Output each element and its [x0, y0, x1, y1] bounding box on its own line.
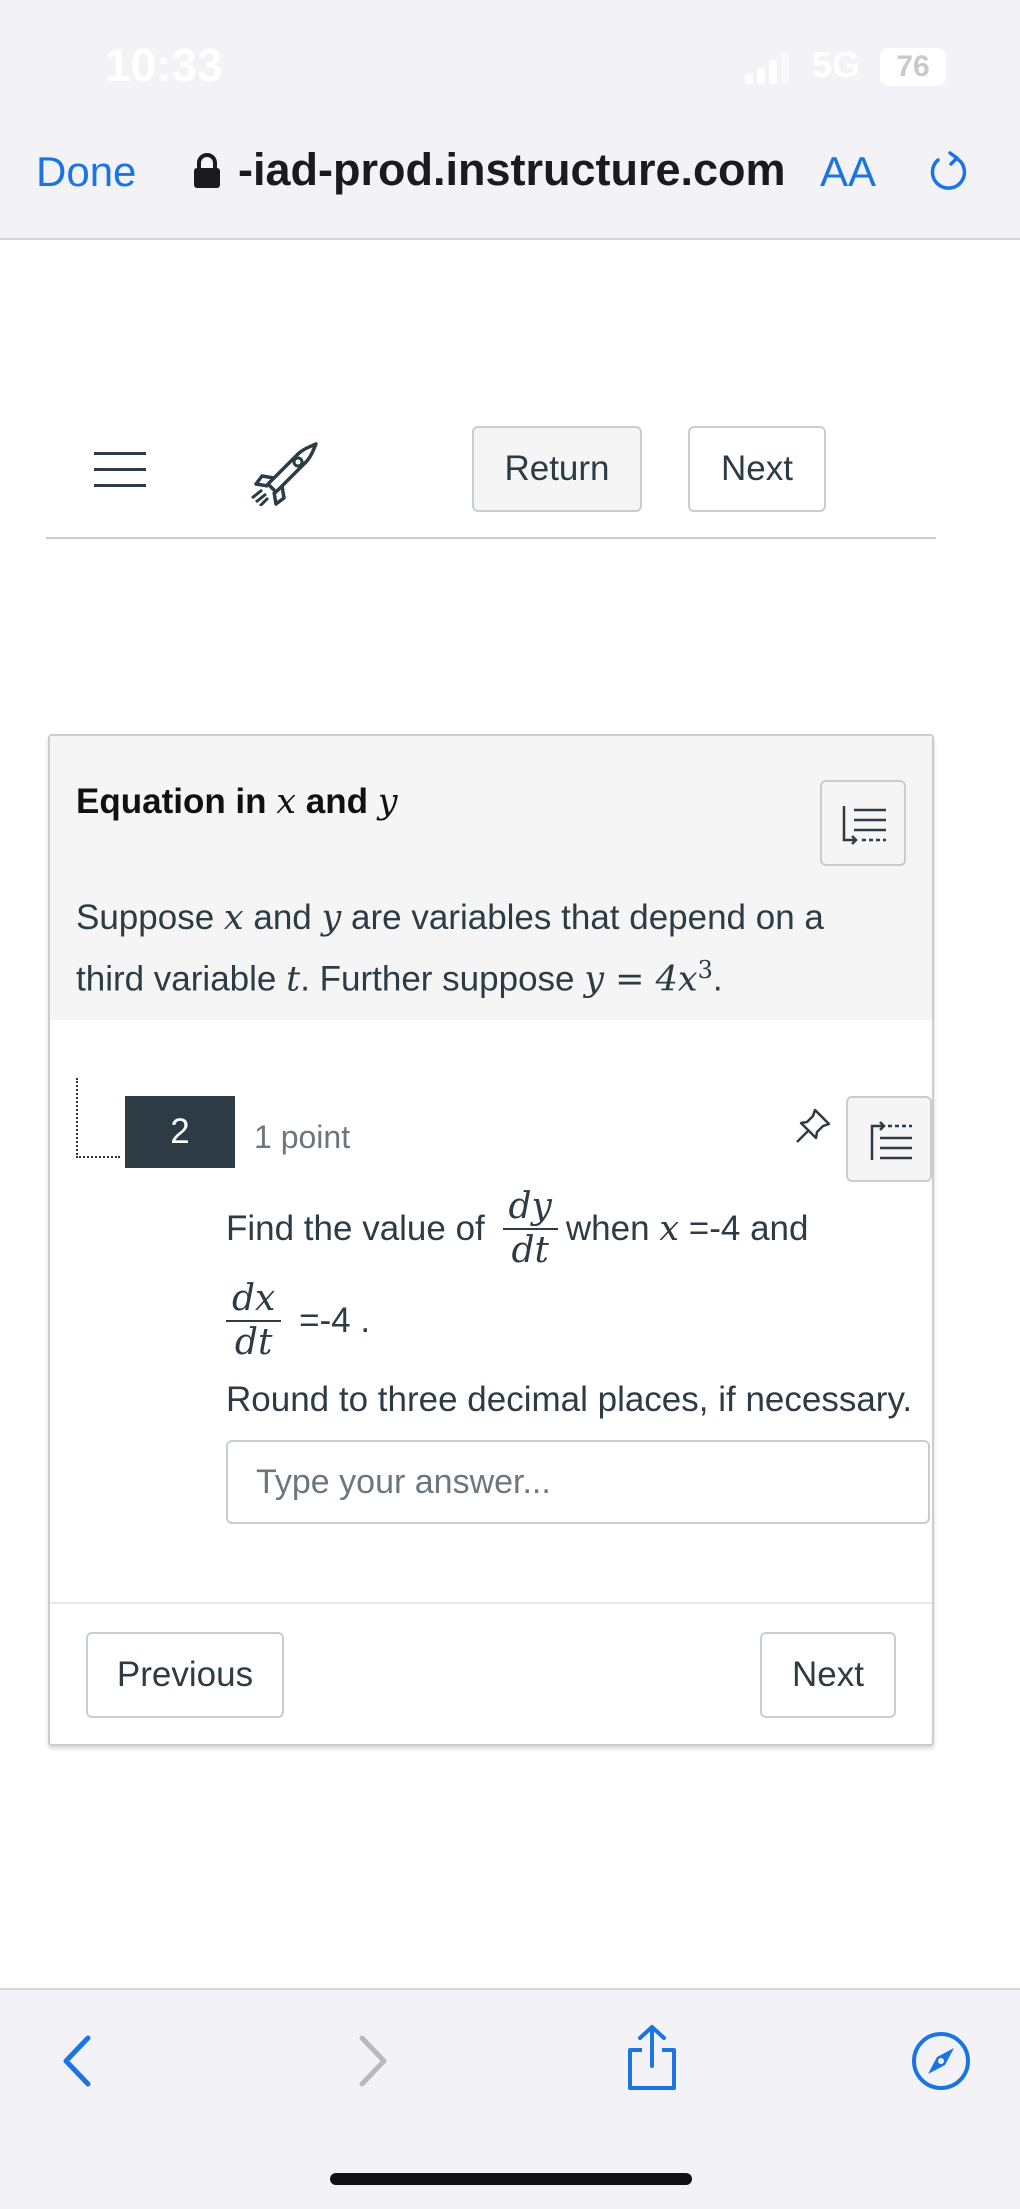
signal-icon [745, 52, 789, 84]
stimulus-text: Suppose x and y are variables that depen… [76, 892, 906, 1006]
question-points: 1 point [254, 1119, 351, 1155]
stimulus-list-button[interactable] [820, 780, 906, 866]
battery-level: 76 [896, 50, 930, 83]
var-x: x [223, 898, 244, 938]
question-prefix: Find the value of [226, 1209, 485, 1248]
share-icon[interactable] [624, 2024, 680, 2092]
frac-numerator: dy [508, 1186, 552, 1227]
home-indicator [330, 2173, 692, 2185]
pin-icon[interactable] [793, 1106, 833, 1146]
divider [46, 537, 936, 539]
battery-icon: 76 [880, 48, 946, 86]
eq-exponent: 3 [697, 956, 713, 984]
frac-denominator: dt [511, 1230, 549, 1271]
question-instructions: Round to three decimal places, if necess… [226, 1380, 913, 1419]
question-number: 2 [125, 1096, 235, 1168]
reload-icon[interactable] [926, 150, 970, 194]
back-icon[interactable] [58, 2034, 98, 2088]
stim-text-part: and [243, 898, 322, 937]
compass-icon[interactable] [910, 2030, 972, 2092]
question-when: when [565, 1209, 660, 1248]
stimulus-title: Equation in x and y [76, 782, 397, 822]
list-icon [870, 1121, 912, 1160]
title-text: Equation in [76, 782, 277, 821]
question-list-button[interactable] [846, 1096, 932, 1182]
status-time: 10:33 [105, 39, 223, 91]
address-bar-url[interactable]: -iad-prod.instructure.com [238, 144, 786, 196]
forward-icon[interactable] [352, 2034, 392, 2088]
question-line-1: Find the value of dy dt when x =-4 and [226, 1186, 809, 1271]
stim-text-part: third variable [76, 959, 287, 999]
stim-text-part: are variables that depend on a [341, 898, 824, 937]
eq-lhs: y [584, 959, 605, 1000]
text-size-button[interactable]: AA [820, 148, 876, 196]
var-t: t [286, 959, 301, 1000]
question-line-2: dx dt =-4 . [226, 1278, 370, 1364]
next-button-top[interactable]: Next [688, 426, 826, 512]
stim-text-part: . Further suppose [300, 959, 585, 999]
title-var-x: x [276, 782, 297, 822]
stim-text-part: Suppose [76, 898, 224, 937]
stim-text-part: . [712, 959, 723, 999]
divider [50, 1602, 932, 1604]
frac-numerator: dx [232, 1278, 276, 1319]
answer-input[interactable] [226, 1440, 930, 1524]
question-eq1: =-4 and [679, 1209, 809, 1248]
title-and: and [296, 782, 378, 821]
var-y: y [321, 898, 342, 938]
next-button-bottom[interactable]: Next [760, 1632, 896, 1718]
var-x: x [659, 1209, 680, 1249]
return-button[interactable]: Return [472, 426, 642, 512]
network-label: 5G [812, 44, 861, 85]
title-var-y: y [377, 782, 398, 822]
list-icon [842, 806, 886, 845]
question-eq2: =-4 . [289, 1301, 371, 1340]
frac-denominator: dt [234, 1322, 273, 1363]
rocket-icon[interactable] [248, 440, 320, 506]
fraction-dy-dt: dy dt [502, 1186, 558, 1272]
eq-sign: = [604, 959, 656, 1000]
lock-icon [194, 153, 220, 188]
done-button[interactable]: Done [36, 148, 136, 196]
fraction-dx-dt: dx dt [226, 1278, 282, 1364]
hamburger-menu-icon[interactable] [94, 450, 146, 490]
browser-chrome [0, 0, 1020, 240]
eq-rhs: 4x [655, 959, 698, 1000]
bookmark-flag[interactable] [76, 1078, 120, 1158]
previous-button[interactable]: Previous [86, 1632, 284, 1718]
